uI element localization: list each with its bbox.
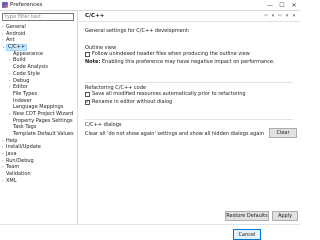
tree-item-validation[interactable]: Validation	[0, 171, 78, 178]
tree-item-label: Code Style	[13, 70, 40, 77]
tree-item-language-mappings[interactable]: Language Mappings	[0, 104, 78, 111]
tree-item-install-update[interactable]: › Install/Update	[0, 144, 78, 151]
dialogs-section-title: C/C++ dialogs	[85, 122, 122, 128]
cancel-button[interactable]: Cancel	[233, 229, 261, 240]
rename-in-editor-checkbox[interactable]: ✓	[85, 99, 90, 105]
restore-defaults-button[interactable]: Restore Defaults	[225, 211, 269, 221]
tree-item-property-pages-settings[interactable]: Property Pages Settings	[0, 118, 78, 125]
rename-in-editor-row[interactable]: ✓ Rename in editor without dialog	[85, 99, 172, 105]
forward-icon[interactable]: ⇨	[277, 13, 283, 19]
page-description: General settings for C/C++ development:	[85, 28, 190, 34]
tree-item-indexer[interactable]: Indexer	[0, 98, 78, 105]
tree-item-label: Validation	[6, 171, 31, 178]
note-text: Enabling this preference may have negati…	[100, 59, 275, 65]
back-icon[interactable]: ⇦	[263, 13, 269, 19]
tree-item-label: Ant	[6, 37, 15, 44]
tree-item-debug[interactable]: › Debug	[0, 78, 78, 85]
section-separator	[85, 82, 293, 83]
tree-item-label: Language Mappings	[13, 104, 64, 111]
tree-item-label: Template Default Values	[13, 131, 74, 137]
tree-item-ant[interactable]: › Ant	[0, 37, 78, 44]
window-controls: — ☐ ✕	[264, 0, 300, 11]
tree-item-team[interactable]: › Team	[0, 164, 78, 171]
follow-unindexed-headers-label: Follow unindexed header files when produ…	[92, 51, 250, 57]
preference-page: C/C++ ⇦ ▾ ⇨ ▾ ▾ General settings for C/C…	[79, 11, 300, 240]
forward-menu-icon[interactable]: ▾	[284, 13, 290, 19]
back-menu-icon[interactable]: ▾	[270, 13, 276, 19]
tree-item-label: Appearance	[13, 50, 44, 57]
tree-item-java[interactable]: › Java	[0, 151, 78, 158]
tree-item-label: Android	[6, 30, 26, 37]
tree-item-xml[interactable]: › XML	[0, 178, 78, 185]
tree-item-label: Indexer	[13, 97, 32, 104]
view-menu-icon[interactable]: ▾	[291, 13, 297, 19]
tree-item-label: Install/Update	[6, 144, 41, 151]
tree-item-label: Task Tags	[13, 124, 37, 131]
tree-item-run-debug[interactable]: › Run/Debug	[0, 158, 78, 165]
tree-item-task-tags[interactable]: Task Tags	[0, 124, 78, 131]
performance-note: Note: Enabling this preference may have …	[85, 59, 275, 65]
tree-item-label: Property Pages Settings	[13, 117, 73, 124]
page-navigation: ⇦ ▾ ⇨ ▾ ▾	[263, 13, 297, 19]
tree-item-label: General	[6, 24, 26, 30]
tree-item-label: Team	[6, 164, 20, 171]
tree-item-code-style[interactable]: › Code Style	[0, 71, 78, 78]
tree-item-label: Run/Debug	[6, 157, 34, 164]
preferences-tree: › General › Android › Ant ⌄ C/C++ Appearance › Bui…	[0, 24, 78, 185]
tree-item-label: New CDT Project Wizard	[13, 110, 74, 117]
dialog-footer: Cancel	[0, 224, 300, 240]
tree-item-label: XML	[6, 177, 17, 184]
tree-item-label: C/C++	[6, 44, 28, 51]
tree-item-build[interactable]: › Build	[0, 57, 78, 64]
clear-dialogs-text: Clear all 'do not show again' settings a…	[85, 131, 264, 137]
tree-item-new-cdt-project-wizard[interactable]: › New CDT Project Wizard	[0, 111, 78, 118]
tree-item-label: File Types	[13, 90, 38, 97]
tree-item-label: Debug	[13, 77, 30, 84]
rename-in-editor-label: Rename in editor without dialog	[92, 99, 173, 105]
save-modified-resources-row[interactable]: Save all modified resources automaticall…	[85, 91, 246, 97]
tree-item-appearance[interactable]: Appearance	[0, 51, 78, 58]
window-title: Preferences	[10, 2, 43, 8]
filter-input[interactable]: type filter text	[2, 13, 74, 21]
tree-item-label: Help	[6, 137, 18, 144]
tree-item-help[interactable]: › Help	[0, 138, 78, 145]
tree-item-android[interactable]: › Android	[0, 31, 78, 38]
tree-item-general[interactable]: › General	[0, 24, 78, 31]
clear-button[interactable]: Clear	[269, 128, 297, 138]
tree-item-template-default-values[interactable]: Template Default Values	[0, 131, 78, 138]
title-bar: Preferences — ☐ ✕	[0, 0, 300, 11]
page-title: C/C++	[85, 13, 105, 19]
maximize-button[interactable]: ☐	[276, 0, 288, 11]
tree-item-label: Editor	[13, 84, 28, 91]
page-header: C/C++ ⇦ ▾ ⇨ ▾ ▾	[79, 11, 300, 22]
tree-item-file-types[interactable]: File Types	[0, 91, 78, 98]
tree-item-label: Build	[13, 57, 26, 64]
tree-item-c-c[interactable]: ⌄ C/C++	[0, 44, 78, 51]
tree-item-label: Code Analysis	[13, 64, 48, 71]
follow-unindexed-headers-row[interactable]: Follow unindexed header files when produ…	[85, 51, 250, 57]
save-modified-resources-label: Save all modified resources automaticall…	[92, 91, 246, 97]
apply-button[interactable]: Apply	[272, 211, 298, 221]
preferences-sidebar: type filter text › General › Android › Ant ⌄ C/…	[0, 11, 78, 240]
minimize-button[interactable]: —	[264, 0, 276, 11]
eclipse-app-icon	[2, 2, 8, 8]
save-modified-resources-checkbox[interactable]	[85, 91, 90, 97]
close-button[interactable]: ✕	[288, 0, 300, 11]
tree-item-label: Java	[6, 151, 17, 158]
tree-item-code-analysis[interactable]: Code Analysis	[0, 64, 78, 71]
section-separator	[85, 119, 293, 120]
note-label: Note:	[85, 59, 101, 65]
follow-unindexed-headers-checkbox[interactable]	[85, 51, 90, 57]
tree-item-editor[interactable]: › Editor	[0, 84, 78, 91]
